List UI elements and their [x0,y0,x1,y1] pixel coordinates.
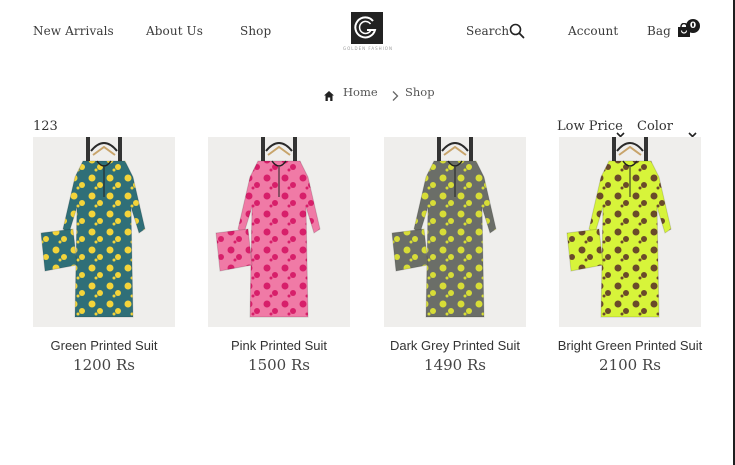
breadcrumb-home[interactable]: Home [343,85,378,99]
nav-new-arrivals[interactable]: New Arrivals [33,24,114,38]
product-price: 2100 Rs [599,356,661,374]
home-icon[interactable] [323,87,335,106]
brand-logo-mark: G [354,16,377,39]
product-image[interactable] [33,137,175,327]
breadcrumb-current: Shop [405,85,435,99]
chevron-right-icon [391,87,399,106]
product-name[interactable]: Pink Printed Suit [199,335,359,356]
brand-logo[interactable]: G [351,12,383,44]
nav-bag[interactable]: Bag [647,24,671,38]
product-image[interactable] [559,137,701,327]
nav-about-us[interactable]: About Us [146,24,203,38]
product-image[interactable] [208,137,350,327]
bag-count-badge: 0 [686,19,700,33]
product-count: 123 [33,119,58,134]
product-price: 1500 Rs [248,356,310,374]
nav-search[interactable]: Search [466,24,509,38]
product-name[interactable]: Green Printed Suit [24,335,184,356]
nav-shop[interactable]: Shop [240,24,271,38]
search-icon[interactable] [509,23,525,43]
product-image[interactable] [384,137,526,327]
brand-logo-text: GOLDEN FASHION [343,46,393,51]
product-name[interactable]: Bright Green Printed Suit [550,335,710,356]
sort-select[interactable]: Low Price [557,119,623,134]
product-price: 1200 Rs [73,356,135,374]
product-name[interactable]: Dark Grey Printed Suit [375,335,535,356]
svg-text:G: G [367,31,368,32]
product-price: 1490 Rs [424,356,486,374]
nav-account[interactable]: Account [568,24,618,38]
color-filter-select[interactable]: Color [637,119,673,134]
